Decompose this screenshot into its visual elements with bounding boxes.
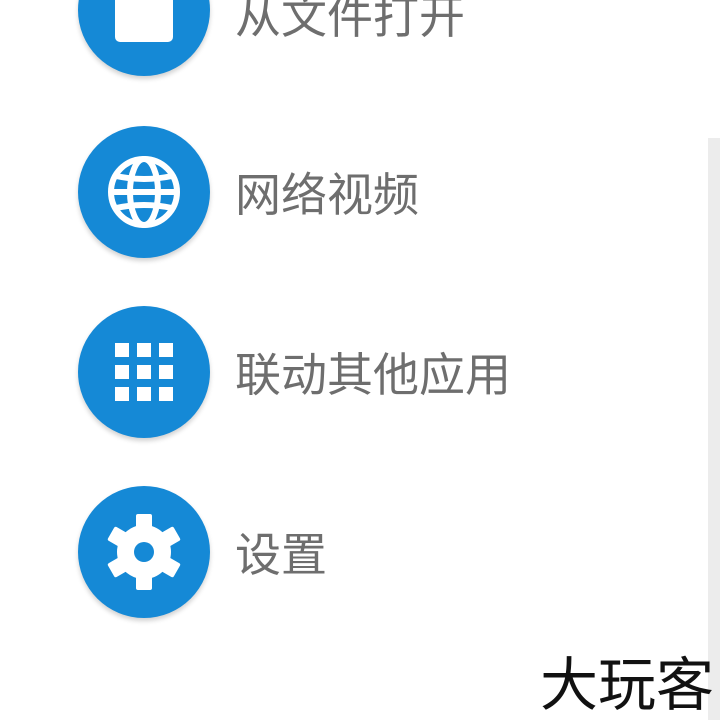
menu-item-network-video[interactable]: 网络视频 <box>0 120 700 260</box>
gear-icon <box>107 514 181 590</box>
globe-icon-circle <box>78 126 210 258</box>
menu-item-link-apps[interactable]: 联动其他应用 <box>0 300 700 440</box>
menu-item-label: 设置 <box>235 528 327 582</box>
app-grid-icon-circle <box>78 306 210 438</box>
menu-item-label: 网络视频 <box>235 168 419 222</box>
menu-item-label: 联动其他应用 <box>235 348 511 402</box>
globe-icon <box>108 156 180 228</box>
menu-list: 从文件打开 网络视频 联动其他应用 设置 <box>0 0 720 720</box>
menu-item-open-file[interactable]: 从文件打开 <box>0 0 700 80</box>
menu-item-label: 从文件打开 <box>235 0 465 44</box>
menu-item-settings[interactable]: 设置 <box>0 480 700 620</box>
scroll-edge <box>708 138 720 720</box>
watermark: 大玩客 <box>539 651 714 719</box>
app-grid-icon <box>115 343 173 401</box>
file-icon-circle <box>78 0 210 76</box>
file-icon <box>115 0 173 42</box>
gear-icon-circle <box>78 486 210 618</box>
